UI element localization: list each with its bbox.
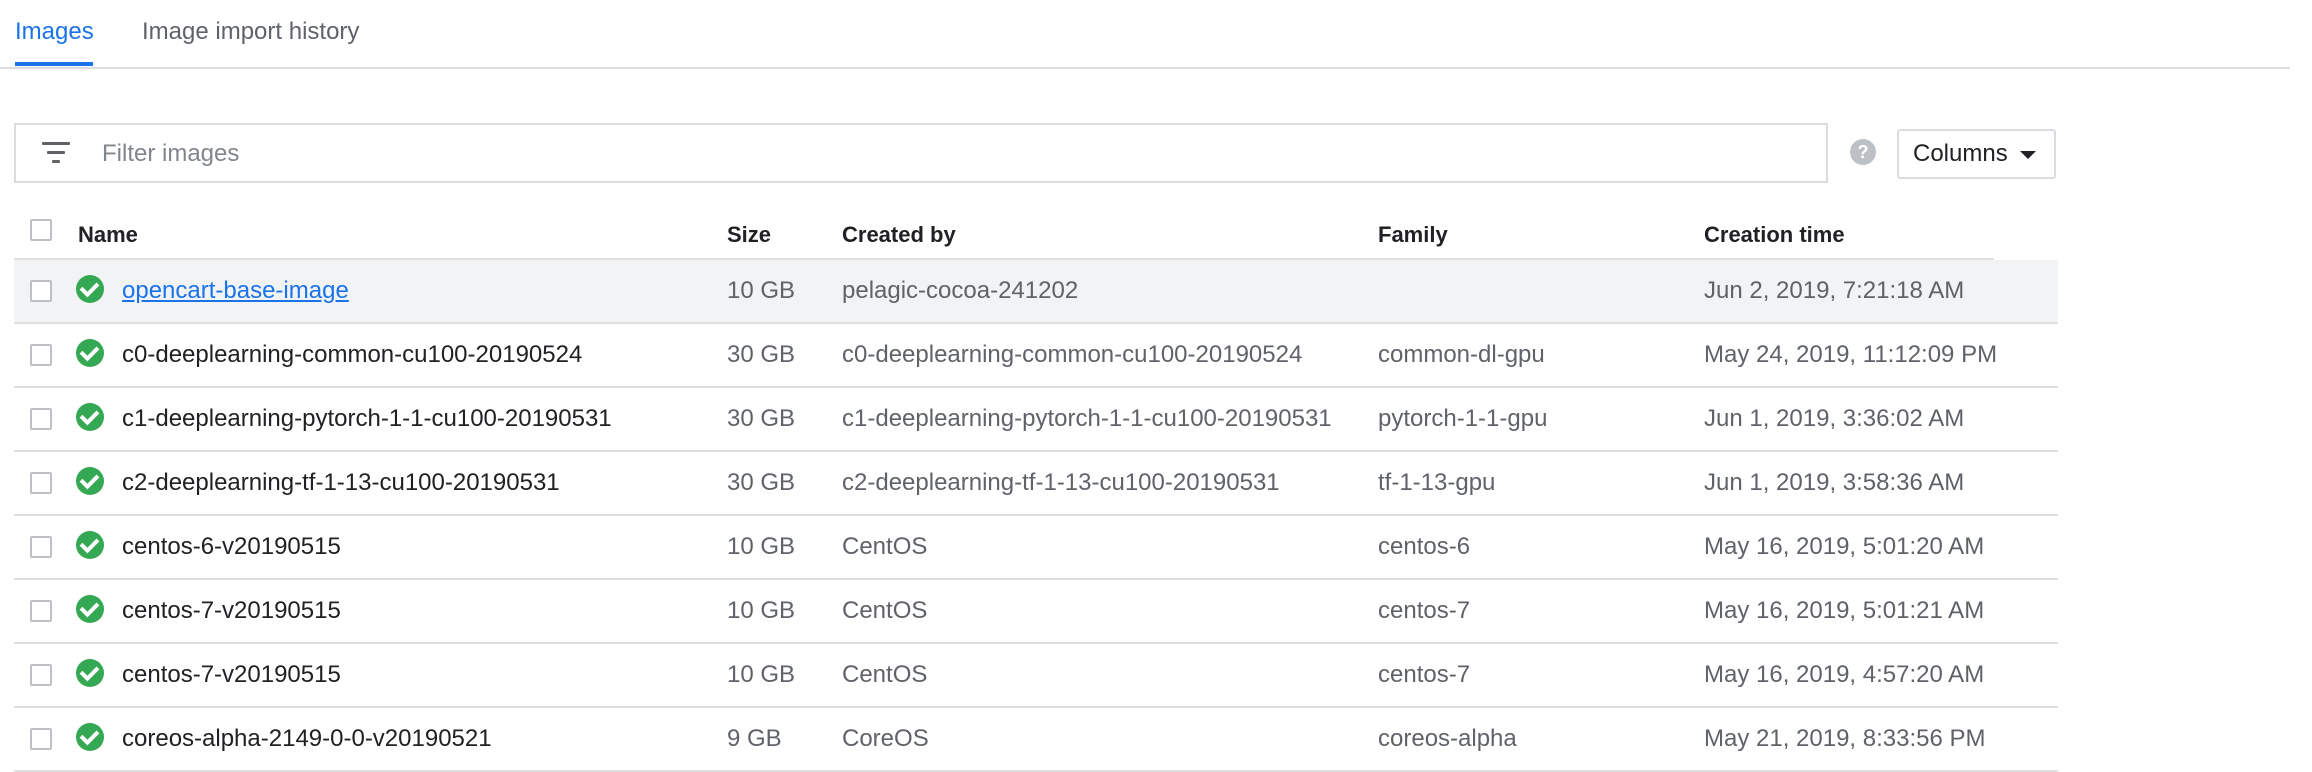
status-ready-icon xyxy=(76,659,104,687)
image-size: 10 GB xyxy=(727,661,796,688)
image-creation-time: May 16, 2019, 4:57:20 AM xyxy=(1704,661,1985,688)
table-row[interactable]: centos-7-v20190515 10 GB CentOS centos-7… xyxy=(14,580,2058,644)
image-size: 10 GB xyxy=(727,597,796,624)
image-name[interactable]: c1-deeplearning-pytorch-1-1-cu100-201905… xyxy=(122,388,612,450)
images-table: Name Size Created by Family Creation tim… xyxy=(14,209,2058,772)
table-row[interactable]: coreos-alpha-2149-0-0-v20190521 9 GB Cor… xyxy=(14,708,2058,772)
column-header-family[interactable]: Family xyxy=(1378,209,1448,260)
image-name[interactable]: coreos-alpha-2149-0-0-v20190521 xyxy=(122,708,492,770)
status-ready-icon xyxy=(76,595,104,623)
image-created-by: CentOS xyxy=(842,661,928,688)
caret-down-icon xyxy=(2020,151,2036,159)
image-created-by: CoreOS xyxy=(842,725,929,752)
image-creation-time: May 24, 2019, 11:12:09 PM xyxy=(1704,341,1998,368)
table-row[interactable]: c2-deeplearning-tf-1-13-cu100-20190531 3… xyxy=(14,452,2058,516)
status-ready-icon xyxy=(76,467,104,495)
table-row[interactable]: c0-deeplearning-common-cu100-20190524 30… xyxy=(14,324,2058,388)
image-created-by: c1-deeplearning-pytorch-1-1-cu100-201905… xyxy=(842,405,1332,432)
status-ready-icon xyxy=(76,403,104,431)
filter-images-input[interactable] xyxy=(100,125,1804,183)
status-ready-icon xyxy=(76,275,104,303)
column-header-size[interactable]: Size xyxy=(727,209,771,260)
help-icon[interactable]: ? xyxy=(1850,139,1876,165)
tab-images[interactable]: Images xyxy=(15,18,94,46)
image-name[interactable]: centos-6-v20190515 xyxy=(122,516,341,578)
row-checkbox[interactable] xyxy=(30,536,52,558)
image-creation-time: May 16, 2019, 5:01:21 AM xyxy=(1704,597,1985,624)
column-header-name[interactable]: Name xyxy=(78,209,138,260)
columns-button-label: Columns xyxy=(1913,140,2008,167)
image-size: 10 GB xyxy=(727,533,796,560)
column-header-creation-time[interactable]: Creation time xyxy=(1704,209,1845,260)
image-created-by: CentOS xyxy=(842,597,928,624)
row-checkbox[interactable] xyxy=(30,344,52,366)
image-family: centos-7 xyxy=(1378,661,1471,688)
image-family: centos-7 xyxy=(1378,597,1471,624)
image-name-link[interactable]: opencart-base-image xyxy=(122,277,349,305)
image-family: pytorch-1-1-gpu xyxy=(1378,405,1548,432)
image-family: common-dl-gpu xyxy=(1378,341,1545,368)
row-checkbox[interactable] xyxy=(30,600,52,622)
image-size: 10 GB xyxy=(727,277,796,304)
table-header: Name Size Created by Family Creation tim… xyxy=(14,209,2058,260)
select-all-checkbox[interactable] xyxy=(30,219,52,241)
table-row[interactable]: centos-7-v20190515 10 GB CentOS centos-7… xyxy=(14,644,2058,708)
status-ready-icon xyxy=(76,531,104,559)
image-size: 30 GB xyxy=(727,405,796,432)
filter-list-icon[interactable] xyxy=(42,142,70,164)
image-size: 30 GB xyxy=(727,341,796,368)
image-creation-time: May 21, 2019, 8:33:56 PM xyxy=(1704,725,1986,752)
image-size: 30 GB xyxy=(727,469,796,496)
table-row[interactable]: opencart-base-image 10 GB pelagic-cocoa-… xyxy=(14,260,2058,324)
active-tab-indicator xyxy=(15,62,93,66)
image-creation-time: Jun 2, 2019, 7:21:18 AM xyxy=(1704,277,1965,304)
tab-image-import-history[interactable]: Image import history xyxy=(142,18,359,46)
filter-bar xyxy=(14,123,1828,183)
row-checkbox[interactable] xyxy=(30,728,52,750)
row-checkbox[interactable] xyxy=(30,664,52,686)
tab-bar: Images Image import history xyxy=(0,0,2290,69)
row-checkbox[interactable] xyxy=(30,472,52,494)
image-name[interactable]: centos-7-v20190515 xyxy=(122,580,341,642)
image-name[interactable]: c2-deeplearning-tf-1-13-cu100-20190531 xyxy=(122,452,560,514)
columns-button[interactable]: Columns xyxy=(1897,129,2056,179)
image-created-by: c0-deeplearning-common-cu100-20190524 xyxy=(842,341,1303,368)
image-created-by: pelagic-cocoa-241202 xyxy=(842,277,1079,304)
table-row[interactable]: centos-6-v20190515 10 GB CentOS centos-6… xyxy=(14,516,2058,580)
status-ready-icon xyxy=(76,723,104,751)
image-family: centos-6 xyxy=(1378,533,1471,560)
table-row[interactable]: c1-deeplearning-pytorch-1-1-cu100-201905… xyxy=(14,388,2058,452)
status-ready-icon xyxy=(76,339,104,367)
row-checkbox[interactable] xyxy=(30,408,52,430)
image-family: coreos-alpha xyxy=(1378,725,1517,752)
image-size: 9 GB xyxy=(727,725,782,752)
image-creation-time: Jun 1, 2019, 3:36:02 AM xyxy=(1704,405,1965,432)
column-header-created-by[interactable]: Created by xyxy=(842,209,956,260)
image-creation-time: Jun 1, 2019, 3:58:36 AM xyxy=(1704,469,1965,496)
image-creation-time: May 16, 2019, 5:01:20 AM xyxy=(1704,533,1985,560)
image-name[interactable]: centos-7-v20190515 xyxy=(122,644,341,706)
image-created-by: CentOS xyxy=(842,533,928,560)
row-checkbox[interactable] xyxy=(30,280,52,302)
image-family: tf-1-13-gpu xyxy=(1378,469,1496,496)
image-name[interactable]: c0-deeplearning-common-cu100-20190524 xyxy=(122,324,582,386)
image-created-by: c2-deeplearning-tf-1-13-cu100-20190531 xyxy=(842,469,1280,496)
